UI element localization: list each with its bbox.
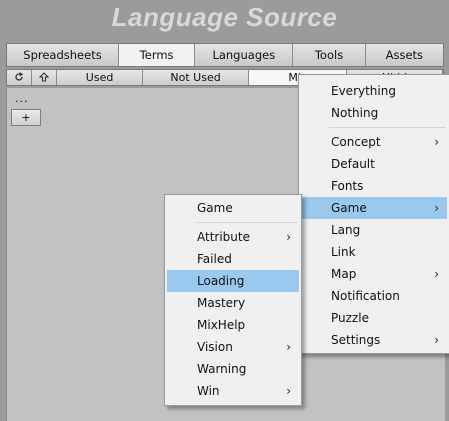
filter-not-used[interactable]: Not Used [143,70,250,85]
submenu-item-failed[interactable]: Failed [167,248,299,270]
ellipsis-label: ... [15,92,29,105]
menu-item-nothing[interactable]: Nothing [301,102,447,124]
menu-item-game[interactable]: Game › [301,197,447,219]
refresh-button[interactable] [7,70,32,85]
chevron-right-icon: › [286,384,291,398]
chevron-right-icon: › [286,230,291,244]
menu-separator [329,127,446,128]
menu-item-concept[interactable]: Concept › [301,131,447,153]
menu-item-default[interactable]: Default [301,153,447,175]
menu-item-link[interactable]: Link [301,241,447,263]
chevron-right-icon: › [434,135,439,149]
refresh-icon [15,72,24,81]
add-term-button[interactable]: + [11,109,41,126]
tab-spreadsheets[interactable]: Spreadsheets [7,44,119,66]
tab-languages[interactable]: Languages [195,44,294,66]
chevron-right-icon: › [286,340,291,354]
menu-item-puzzle[interactable]: Puzzle [301,307,447,329]
menu-item-map[interactable]: Map › [301,263,447,285]
tab-assets[interactable]: Assets [365,44,443,66]
upload-icon [38,72,50,82]
upload-button[interactable] [32,70,57,85]
chevron-right-icon: › [434,333,439,347]
game-submenu: Game Attribute › Failed Loading Mastery M… [164,194,302,406]
submenu-item-warning[interactable]: Warning [167,358,299,380]
chevron-right-icon: › [434,201,439,215]
main-tab-bar: Spreadsheets Terms Languages Tools Asset… [6,43,444,67]
tab-tools[interactable]: Tools [293,44,366,66]
submenu-item-mixhelp[interactable]: MixHelp [167,314,299,336]
submenu-item-game[interactable]: Game [167,197,299,219]
category-menu: Everything Nothing Concept › Default Font… [298,74,449,354]
filter-used[interactable]: Used [57,70,144,85]
app-title: Language Source [111,2,338,32]
menu-item-fonts[interactable]: Fonts [301,175,447,197]
menu-item-everything[interactable]: Everything [301,80,447,102]
menu-item-settings[interactable]: Settings › [301,329,447,351]
submenu-item-loading[interactable]: Loading [167,270,299,292]
submenu-item-win[interactable]: Win › [167,380,299,402]
submenu-item-vision[interactable]: Vision › [167,336,299,358]
submenu-item-attribute[interactable]: Attribute › [167,226,299,248]
menu-item-lang[interactable]: Lang [301,219,447,241]
submenu-item-mastery[interactable]: Mastery [167,292,299,314]
chevron-right-icon: › [434,267,439,281]
menu-separator [195,222,298,223]
tab-terms[interactable]: Terms [118,44,196,66]
menu-item-notification[interactable]: Notification [301,285,447,307]
